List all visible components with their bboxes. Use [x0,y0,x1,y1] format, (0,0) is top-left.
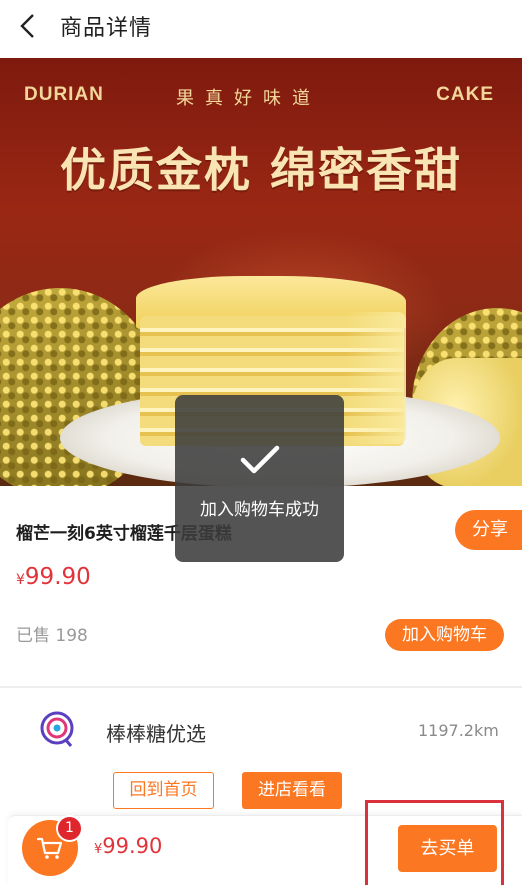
toast-message: 加入购物车成功 [200,500,319,520]
top-navigation-bar: 商品详情 [0,0,522,58]
sold-count: 已售 198 [16,626,88,646]
hero-category-text: CAKE [436,84,494,105]
add-to-cart-button[interactable]: 加入购物车 [385,619,504,651]
price-currency: ¥ [16,572,25,588]
add-to-cart-success-toast: 加入购物车成功 [175,395,344,562]
page-bottom-edge [0,885,522,892]
hero-slogan: 果真好味道 [176,88,321,109]
store-distance: 1197.2km [418,721,499,740]
store-logo-icon [38,709,76,747]
price-value: 99.90 [24,564,91,590]
chevron-left-icon [20,14,34,38]
checkout-highlight-box [365,800,504,888]
store-name[interactable]: 棒棒糖优选 [106,718,206,747]
back-button[interactable] [14,11,44,41]
hero-headline: 优质金枕 绵密香甜 [59,143,462,197]
product-price: ¥99.90 [16,564,91,590]
cart-total-price: ¥99.90 [94,834,162,858]
share-button[interactable]: 分享 [455,510,522,550]
checkmark-icon [240,445,280,474]
page-title: 商品详情 [60,16,153,41]
hero-brand-text: DURIAN [24,84,104,105]
section-divider [0,686,522,688]
total-value: 99.90 [102,834,163,858]
visit-store-button[interactable]: 进店看看 [242,772,342,809]
cake-side-highlight [346,312,406,444]
cart-count-badge: 1 [56,815,83,842]
back-to-home-button[interactable]: 回到首页 [113,772,214,809]
